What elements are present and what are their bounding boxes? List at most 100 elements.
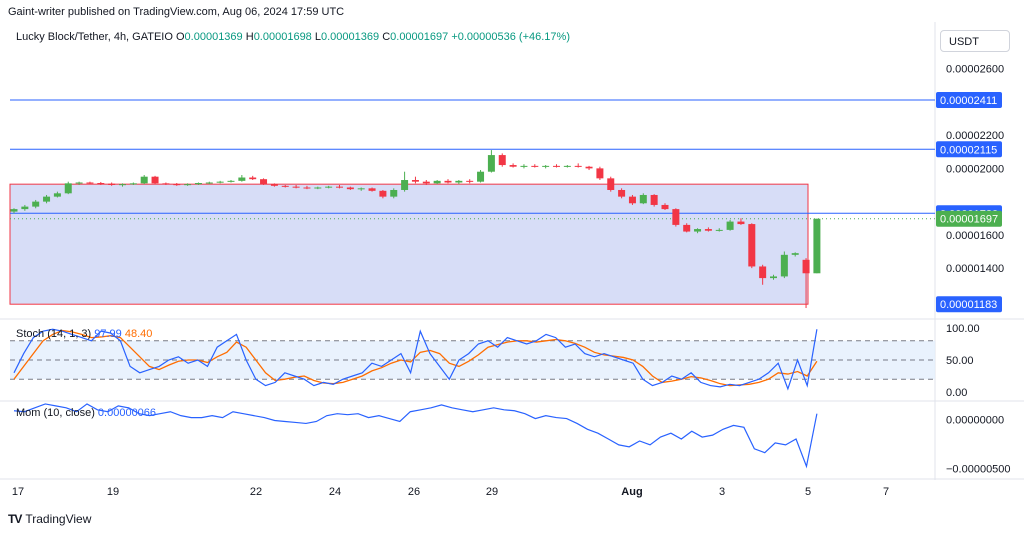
candle-body [129,183,137,185]
candle-body [119,184,126,186]
candle-body [466,180,474,182]
price-tick-label: 0.00001600 [946,230,1004,242]
candle-body [639,194,647,204]
candle-body [661,204,669,210]
price-tick-label: 0.00001400 [946,263,1004,275]
candle-body [270,184,278,186]
time-tick-label: 19 [107,486,119,498]
candle-body [813,218,821,274]
candle-body [531,165,539,167]
time-tick-label: 5 [805,486,811,498]
price-label-text: 0.00001697 [940,214,998,226]
candle-body [704,229,712,231]
candle-body [97,183,105,185]
candle-body [238,177,246,181]
stoch-tick-label: 0.00 [946,387,967,399]
candle-body [10,209,18,212]
candle-body [780,254,788,277]
price-tick-label: 0.00002200 [946,130,1004,142]
candle-body [325,186,333,188]
stoch-legend: Stoch (14, 1, 3) 97.99 48.40 [16,328,152,340]
candle-body [650,194,658,205]
candle-body [227,180,235,182]
candle-body [737,221,745,225]
candle-body [140,176,148,184]
stoch-tick-label: 50.00 [946,355,974,367]
candle-body [802,259,810,274]
candle-body [194,183,202,185]
candle-body [422,181,430,184]
candle-body [726,221,734,230]
price-tick-label: 0.00002000 [946,163,1004,175]
time-tick-label: 24 [329,486,341,498]
candle-body [336,186,343,188]
time-tick-label: 29 [486,486,498,498]
candle-body [379,190,387,197]
candle-body [216,181,224,183]
momentum-legend: Mom (10, close) 0.00000066 [16,407,156,419]
candle-body [357,188,365,190]
candle-body [411,180,419,182]
candle-body [86,182,94,184]
candle-body [509,165,517,167]
candle-body [173,184,181,186]
candle-body [791,253,799,255]
candle-body [628,196,636,204]
time-tick-label: 3 [719,486,725,498]
momentum-tick-label: −0.00000500 [946,463,1011,475]
candle-body [748,224,756,267]
candle-body [444,180,452,183]
candle-body [390,189,398,197]
candle-body [64,183,72,194]
time-tick-label: 17 [12,486,24,498]
candle-body [184,184,192,186]
candle-body [281,185,289,187]
price-label-text: 0.00002411 [940,95,997,107]
time-tick-label: 22 [250,486,262,498]
candle-body [260,179,268,185]
momentum-tick-label: 0.00000000 [946,415,1004,427]
candle-body [108,183,116,185]
tradingview-brand: TradingView [25,512,92,526]
stoch-tick-label: 100.00 [946,323,980,335]
support-zone [9,183,809,305]
time-tick-label: 7 [883,486,889,498]
tradingview-footer: TV TradingView [8,512,91,526]
candle-body [715,229,723,231]
candle-body [151,176,159,184]
candle-body [249,177,257,180]
candle-body [433,180,441,184]
candle-body [75,182,83,184]
candle-body [43,196,51,202]
candle-body [520,165,528,167]
candle-body [607,178,615,190]
candle-body [770,276,777,279]
candle-body [585,166,593,169]
candle-body [694,229,702,232]
candle-body [759,266,767,279]
candle-body [32,201,40,207]
candle-body [21,206,29,210]
candle-body [542,165,550,167]
candle-body [683,224,691,232]
candle-body [53,193,61,197]
candle-body [455,180,463,183]
candle-body [314,187,322,189]
candle-body [563,165,571,167]
candle-body [205,182,213,184]
candle-body [574,165,582,167]
candle-body [498,155,506,166]
price-tick-label: 0.00002600 [946,64,1004,76]
chart-canvas: 0.00002600 0.00002200 0.00002000 0.00001600… [0,22,1024,498]
tradingview-logo-icon: TV [8,512,22,526]
candle-body [596,168,604,179]
price-label-text: 0.00002115 [940,144,997,156]
candle-body [672,209,680,225]
candle-body [553,165,560,167]
price-label-text: 0.00001183 [940,299,997,311]
candle-body [401,180,409,190]
candle-body [477,171,485,182]
candle-body [303,187,311,189]
candle-body [346,187,354,190]
time-tick-label: Aug [621,486,642,498]
